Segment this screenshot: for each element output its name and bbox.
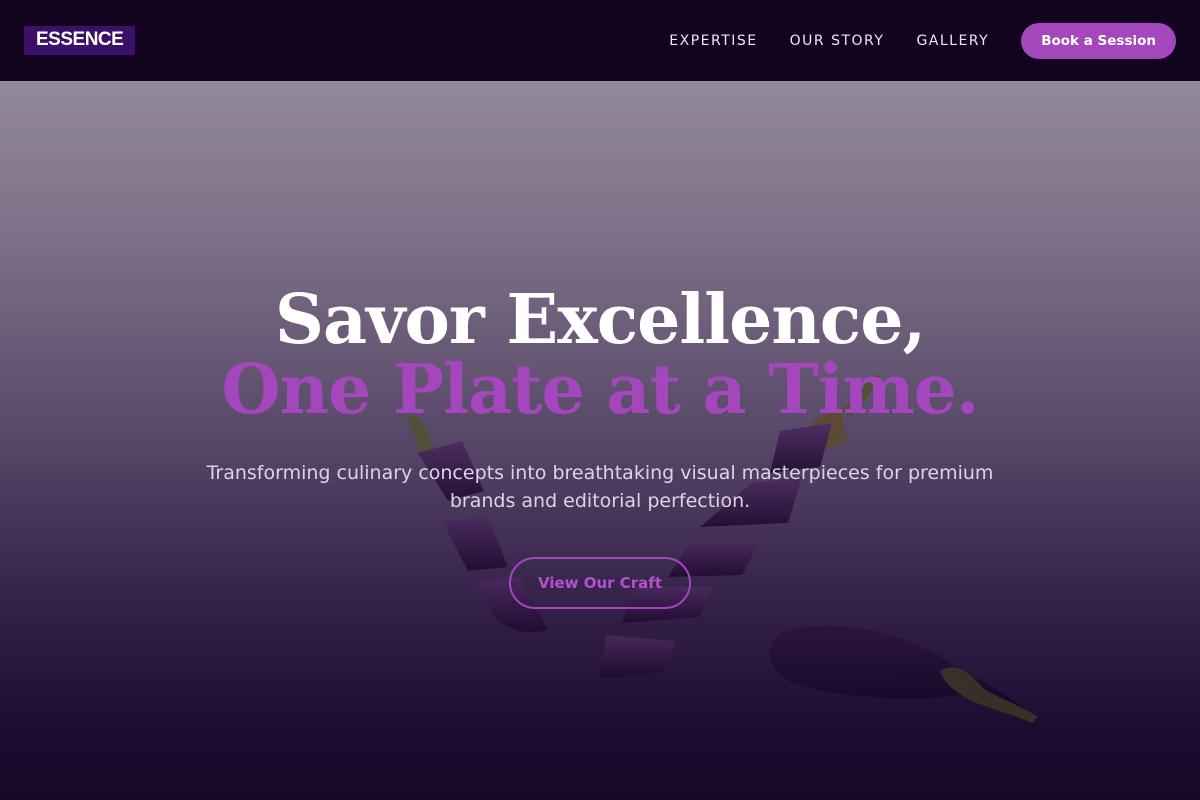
nav-link-gallery[interactable]: GALLERY bbox=[916, 33, 989, 49]
brand-logo[interactable]: ESSENCE bbox=[24, 26, 136, 55]
hero-section: Savor Excellence, One Plate at a Time. T… bbox=[0, 81, 1200, 800]
hero-subheadline: Transforming culinary concepts into brea… bbox=[206, 462, 994, 512]
book-session-button[interactable]: Book a Session bbox=[1021, 22, 1176, 59]
landing-page: ESSENCE EXPERTISE OUR STORY GALLERY Book… bbox=[0, 0, 1200, 800]
nav-link-our-story[interactable]: OUR STORY bbox=[790, 33, 885, 49]
headline-primary: Savor Excellence, bbox=[274, 280, 926, 360]
top-navbar: ESSENCE EXPERTISE OUR STORY GALLERY Book… bbox=[0, 0, 1200, 81]
view-craft-button[interactable]: View Our Craft bbox=[509, 557, 691, 609]
nav-links: EXPERTISE OUR STORY GALLERY bbox=[669, 33, 1021, 49]
hero-content: Savor Excellence, One Plate at a Time. T… bbox=[0, 81, 1200, 800]
headline-accent: One Plate at a Time. bbox=[221, 350, 979, 430]
nav-right: EXPERTISE OUR STORY GALLERY Book a Sessi… bbox=[669, 22, 1176, 59]
nav-link-expertise[interactable]: EXPERTISE bbox=[669, 33, 757, 49]
hero-headline: Savor Excellence, One Plate at a Time. bbox=[190, 285, 1010, 425]
